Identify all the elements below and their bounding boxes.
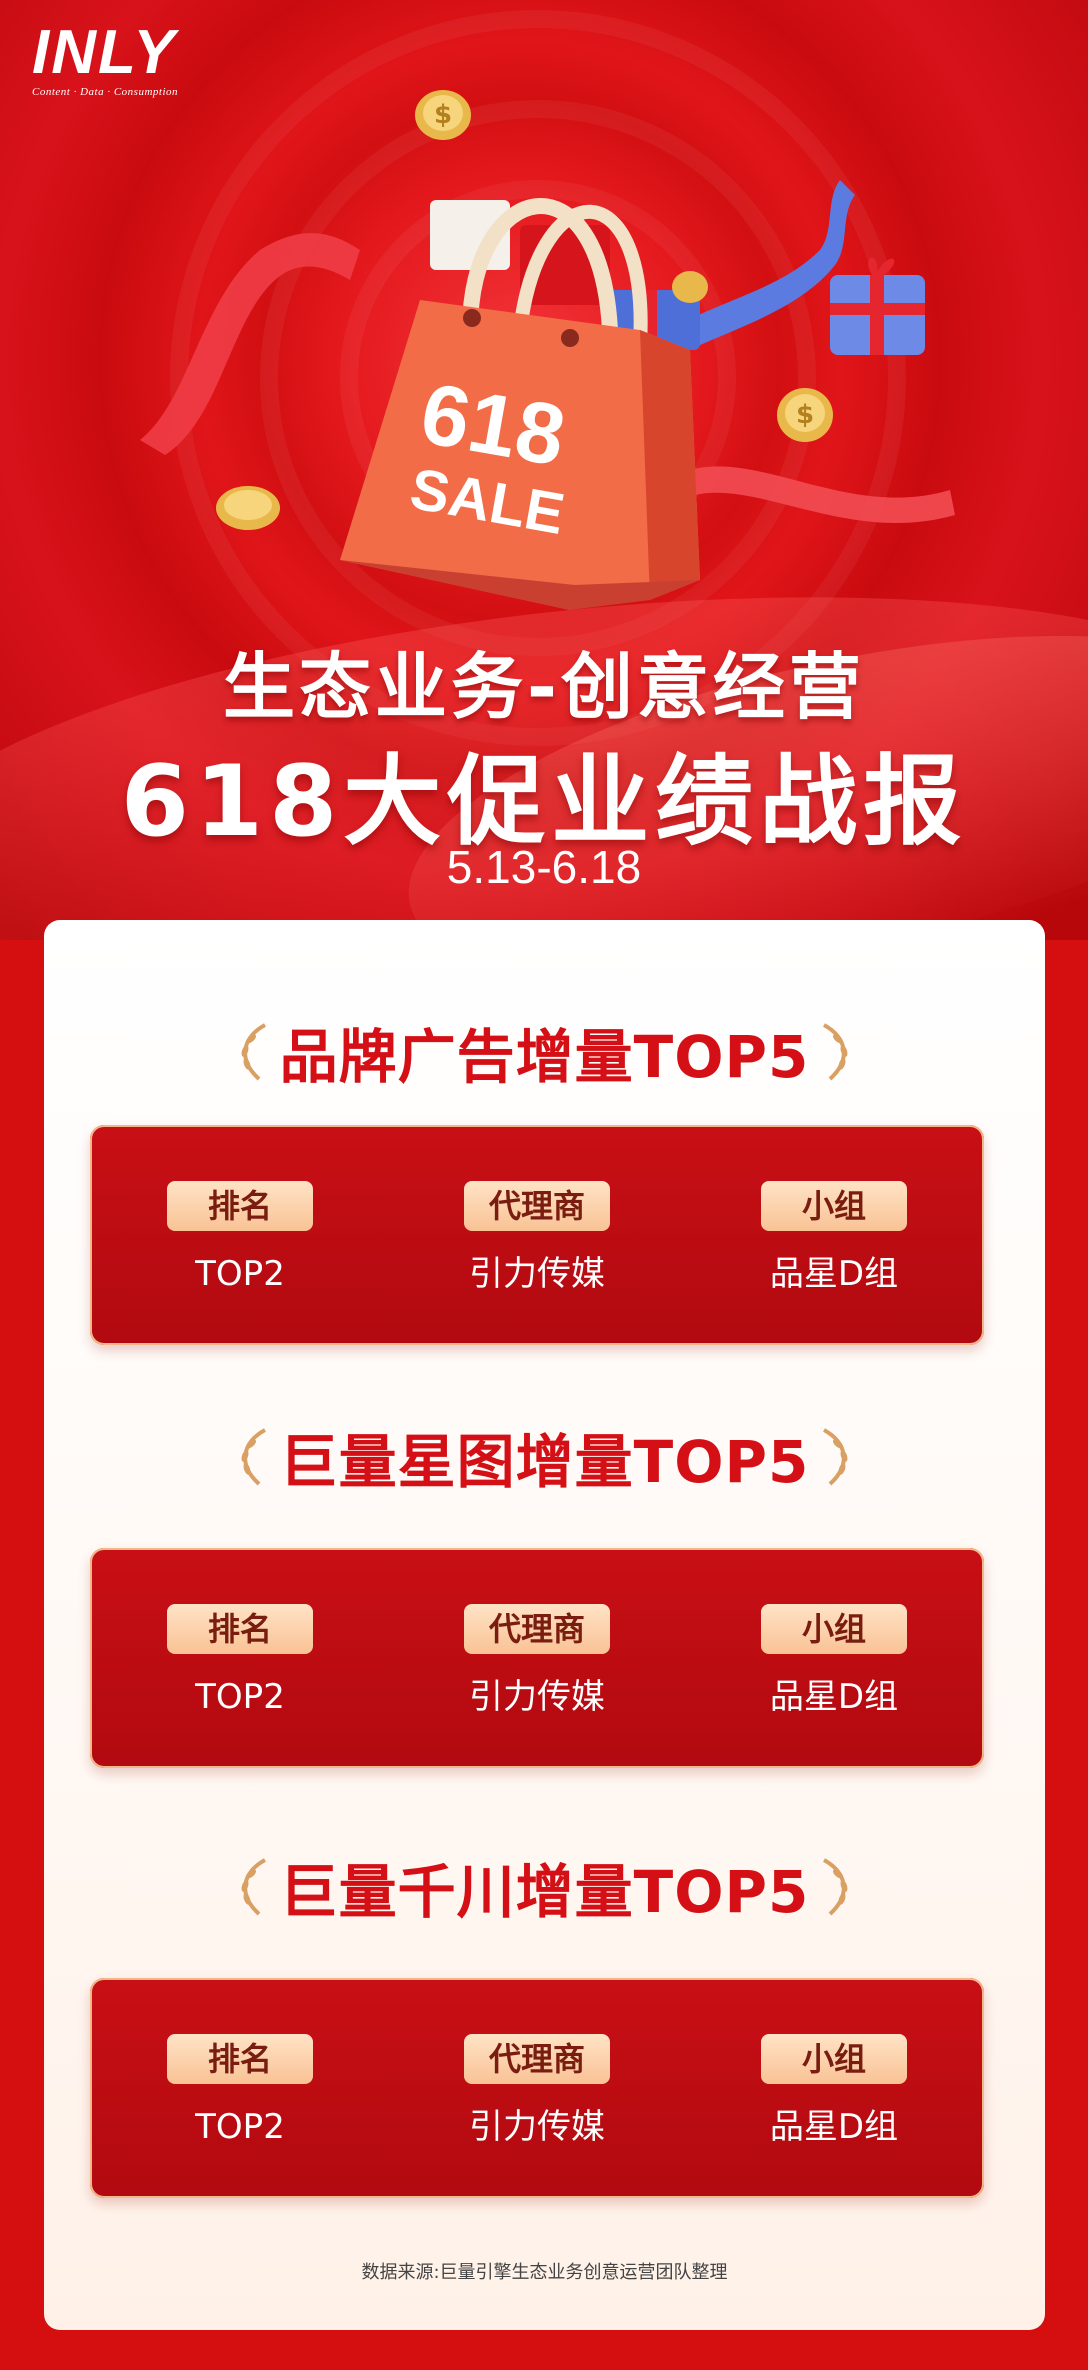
agency-column: 代理商 引力传媒 — [387, 1978, 687, 2198]
laurel-left-icon — [241, 1023, 266, 1081]
agency-header: 代理商 — [464, 2034, 610, 2084]
agency-header: 代理商 — [464, 1181, 610, 1231]
rank-header: 排名 — [167, 1604, 313, 1654]
coin-icon: $ — [415, 90, 471, 140]
brand-logo: INLY Content · Data · Consumption — [32, 18, 179, 99]
laurel-left-icon — [241, 1428, 266, 1486]
rank-column: 排名 TOP2 — [90, 1125, 390, 1345]
hero-banner: 618 SALE $ $ INLY Content · Data · Consu… — [0, 0, 1088, 940]
coin-icon — [216, 486, 280, 530]
agency-column: 代理商 引力传媒 — [387, 1548, 687, 1768]
rank-column: 排名 TOP2 — [90, 1548, 390, 1768]
hero-date-range: 5.13-6.18 — [446, 841, 642, 893]
group-column: 小组 品星D组 — [684, 1978, 984, 2198]
section-header: 巨量千川增量TOP5 — [44, 1845, 1045, 1929]
brand-name: INLY — [32, 18, 177, 87]
ranking-panel: 排名 TOP2 代理商 引力传媒 小组 品星D组 — [90, 1548, 984, 1768]
rank-value: TOP2 — [195, 1254, 285, 1294]
agency-header: 代理商 — [464, 1604, 610, 1654]
rank-header: 排名 — [167, 2034, 313, 2084]
results-card: 品牌广告增量TOP5 排名 TOP2 代理商 引力传媒 小组 品星D组 巨量星图… — [44, 920, 1045, 2330]
rank-value: TOP2 — [195, 1677, 285, 1717]
agency-value: 引力传媒 — [469, 1254, 605, 1294]
section-title: 巨量千川增量TOP5 — [279, 1858, 810, 1926]
agency-column: 代理商 引力传媒 — [387, 1125, 687, 1345]
hero-title-line1: 生态业务-创意经营 — [223, 645, 865, 729]
group-value: 品星D组 — [769, 2107, 899, 2147]
section-title: 品牌广告增量TOP5 — [279, 1023, 810, 1091]
laurel-left-icon — [241, 1858, 266, 1916]
section-title: 巨量星图增量TOP5 — [279, 1428, 810, 1496]
laurel-right-icon — [823, 1428, 848, 1486]
group-column: 小组 品星D组 — [684, 1548, 984, 1768]
rank-value: TOP2 — [195, 2107, 285, 2147]
agency-value: 引力传媒 — [469, 2107, 605, 2147]
group-header: 小组 — [761, 2034, 907, 2084]
agency-value: 引力传媒 — [469, 1677, 605, 1717]
data-source-footnote: 数据来源:巨量引擎生态业务创意运营团队整理 — [361, 2262, 728, 2283]
group-column: 小组 品星D组 — [684, 1125, 984, 1345]
svg-text:$: $ — [434, 100, 452, 130]
coin-icon — [672, 271, 708, 303]
group-header: 小组 — [761, 1604, 907, 1654]
coin-icon: $ — [777, 388, 833, 442]
group-value: 品星D组 — [769, 1254, 899, 1294]
laurel-right-icon — [823, 1023, 848, 1081]
laurel-right-icon — [823, 1858, 848, 1916]
svg-text:$: $ — [796, 400, 814, 430]
brand-tagline: Content · Data · Consumption — [32, 86, 179, 98]
rank-column: 排名 TOP2 — [90, 1978, 390, 2198]
group-header: 小组 — [761, 1181, 907, 1231]
group-value: 品星D组 — [769, 1677, 899, 1717]
ranking-panel: 排名 TOP2 代理商 引力传媒 小组 品星D组 — [90, 1125, 984, 1345]
rank-header: 排名 — [167, 1181, 313, 1231]
ranking-panel: 排名 TOP2 代理商 引力传媒 小组 品星D组 — [90, 1978, 984, 2198]
section-header: 巨量星图增量TOP5 — [44, 1415, 1045, 1499]
section-header: 品牌广告增量TOP5 — [44, 1010, 1045, 1094]
